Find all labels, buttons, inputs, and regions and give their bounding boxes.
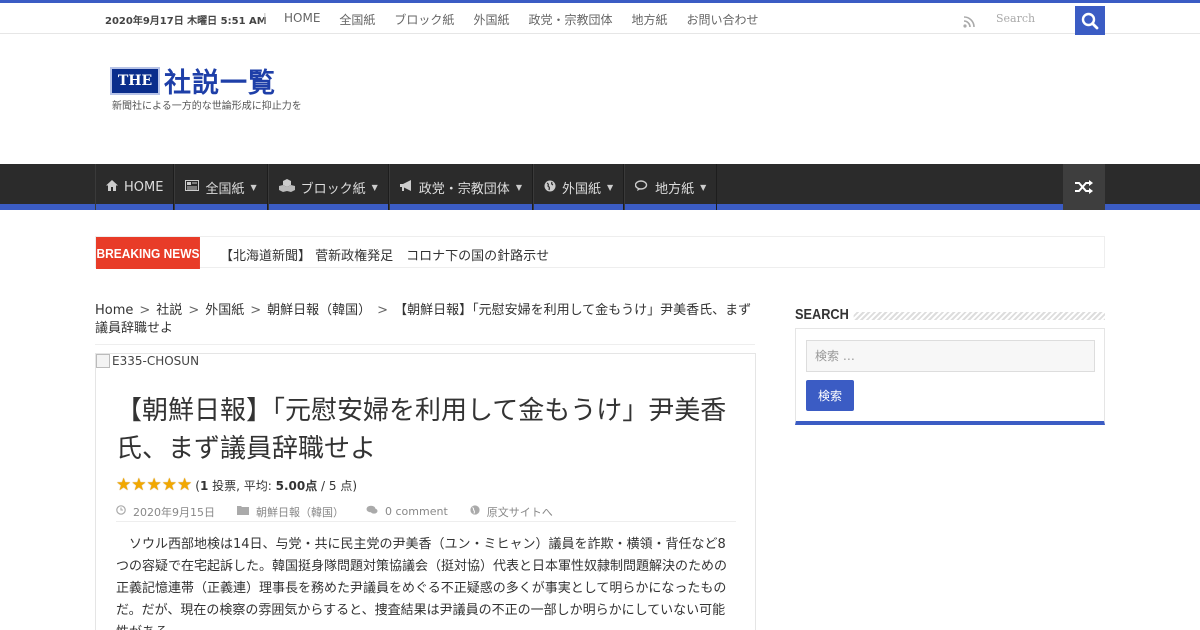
chevron-down-icon: ▼ (515, 182, 522, 192)
sidebar-widget-header: Search (795, 306, 1105, 326)
rating-stars[interactable]: ★ ★ ★ ★ ★ (116, 477, 192, 494)
nav-foreign[interactable]: 外国紙 ▼ (532, 164, 625, 210)
star-icon[interactable]: ★ (116, 477, 131, 494)
nav-home[interactable]: HOME (95, 164, 175, 210)
article-title: 【朝鮮日報】「元慰安婦を利用して金もうけ」尹美香氏、まず議員辞職せよ (116, 396, 727, 464)
nav-block-label: ブロック紙 (300, 181, 366, 197)
rating-text-b: / 5 点) (317, 479, 358, 493)
logo-badge: THE (110, 66, 160, 95)
breadcrumb-separator: > (188, 303, 200, 318)
article-body: ソウル西部地検は14日、与党・共に民主党の尹美香（ユン・ミヒャン）議員を詐欺・横… (116, 537, 728, 630)
breadcrumb-separator: > (250, 303, 262, 318)
meta-comments-link[interactable]: 0 comment (385, 505, 448, 518)
breadcrumb-editorial[interactable]: 社説 (156, 303, 182, 318)
chevron-down-icon: ▼ (700, 182, 707, 192)
meta-source: 原文サイトへ (470, 502, 553, 521)
nav-national-label: 全国紙 (205, 181, 245, 197)
random-post-button[interactable] (1063, 164, 1105, 210)
top-search-button[interactable] (1075, 6, 1105, 35)
chevron-down-icon: ▼ (371, 182, 378, 192)
meta-comments: 0 comment (366, 502, 448, 521)
breadcrumb-separator: > (139, 303, 151, 318)
top-nav-party[interactable]: 政党・宗教団体 (528, 11, 612, 28)
star-icon[interactable]: ★ (162, 477, 177, 494)
top-nav-local[interactable]: 地方紙 (631, 11, 667, 28)
top-nav-home[interactable]: HOME (284, 11, 320, 28)
bullhorn-icon (399, 179, 413, 195)
globe-icon (544, 180, 556, 195)
meta-category: 朝鮮日報（韓国） (237, 502, 344, 521)
nav-local[interactable]: 地方紙 ▼ (624, 164, 718, 210)
sidebar-search-button[interactable]: 検索 (806, 380, 854, 411)
breadcrumb-separator: > (377, 303, 389, 318)
header-stripe (851, 312, 1105, 320)
star-icon[interactable]: ★ (147, 477, 162, 494)
shuffle-icon (1075, 180, 1093, 194)
top-nav: HOME 全国紙 ブロック紙 外国紙 政党・宗教団体 地方紙 お問い合わせ (284, 11, 778, 28)
chevron-down-icon: ▼ (606, 182, 614, 192)
breaking-news-label: Breaking News (96, 237, 200, 269)
nav-foreign-label: 外国紙 (561, 181, 601, 197)
site-logo[interactable]: THE 社説一覧 (110, 61, 276, 100)
comments-icon (366, 505, 378, 518)
top-nav-contact[interactable]: お問い合わせ (686, 11, 758, 28)
nav-party[interactable]: 政党・宗教団体 ▼ (388, 164, 533, 210)
meta-date: 2020年9月15日 (116, 502, 215, 521)
breaking-news-link[interactable]: 【北海道新聞】 菅新政権発足 コロナ下の国の針路示せ (220, 245, 549, 264)
top-nav-foreign[interactable]: 外国紙 (473, 11, 509, 28)
meta-category-link[interactable]: 朝鮮日報（韓国） (256, 504, 344, 520)
home-icon (106, 180, 118, 194)
comments-icon (634, 179, 649, 195)
top-bar: 2020年9月17日 木曜日 5:51 AM | HOME 全国紙 ブロック紙 … (0, 0, 1200, 35)
star-icon[interactable]: ★ (131, 477, 146, 494)
meta-source-link[interactable]: 原文サイトへ (487, 504, 553, 520)
site-tagline: 新聞社による一方的な世論形成に抑止力を (112, 101, 302, 112)
breaking-news-bar: Breaking News 【北海道新聞】 菅新政権発足 コロナ下の国の針路示せ (95, 236, 1105, 269)
article-meta: 2020年9月15日 朝鮮日報（韓国） 0 comment 原文サイトへ (116, 502, 736, 522)
breadcrumb-chosun[interactable]: 朝鮮日報（韓国） (267, 303, 371, 318)
breadcrumb-foreign[interactable]: 外国紙 (205, 303, 244, 318)
nav-party-label: 政党・宗教団体 (418, 181, 510, 197)
meta-date-text: 2020年9月15日 (133, 505, 215, 519)
main-nav: HOME 全国紙 ▼ ブロック紙 ▼ 政党・宗教団体 ▼ 外国紙 ▼ 地方紙 ▼ (0, 164, 1200, 210)
top-nav-block[interactable]: ブロック紙 (394, 11, 454, 28)
chevron-down-icon: ▼ (250, 182, 257, 192)
article: E335-CHOSUN 【朝鮮日報】「元慰安婦を利用して金もうけ」尹美香氏、まず… (95, 353, 756, 630)
sidebar-search-input[interactable]: 検索 … (806, 340, 1095, 372)
breadcrumb-home[interactable]: Home (95, 303, 133, 318)
featured-image-alt: E335-CHOSUN (112, 354, 200, 368)
featured-image: E335-CHOSUN (96, 354, 199, 368)
clock-icon (116, 505, 126, 518)
star-icon[interactable]: ★ (177, 477, 192, 494)
logo-title: 社説一覧 (164, 68, 276, 99)
cubes-icon (278, 179, 295, 195)
newspaper-icon (185, 180, 200, 194)
breadcrumb: Home > 社説 > 外国紙 > 朝鮮日報（韓国） > 【朝鮮日報】「元慰安婦を利用して金もう… (95, 302, 755, 345)
star-rating: ★ ★ ★ ★ ★ (1 投票, 平均: 5.00 点 / 5 点) (116, 477, 357, 494)
date-separator: | (263, 11, 267, 24)
sidebar-search-widget: 検索 … 検索 (795, 328, 1105, 425)
search-icon (1081, 12, 1099, 29)
broken-image-icon (96, 354, 110, 368)
nav-home-label: HOME (124, 179, 164, 195)
nav-block[interactable]: ブロック紙 ▼ (267, 164, 389, 210)
rating-unit: 点 (305, 479, 318, 493)
rating-votes: 1 (199, 478, 209, 493)
top-search-input[interactable]: Search (986, 6, 1076, 32)
nav-national[interactable]: 全国紙 ▼ (174, 164, 268, 210)
rss-icon[interactable] (963, 13, 977, 28)
folder-icon (237, 505, 249, 518)
globe-icon (470, 505, 480, 518)
rating-average: 5.00 (275, 478, 306, 493)
nav-local-label: 地方紙 (655, 181, 695, 197)
current-date: 2020年9月17日 木曜日 5:51 AM (105, 16, 267, 27)
top-nav-national[interactable]: 全国紙 (339, 11, 375, 28)
sidebar-widget-title: Search (795, 306, 854, 323)
rating-text-a: 投票, 平均: (208, 479, 276, 493)
